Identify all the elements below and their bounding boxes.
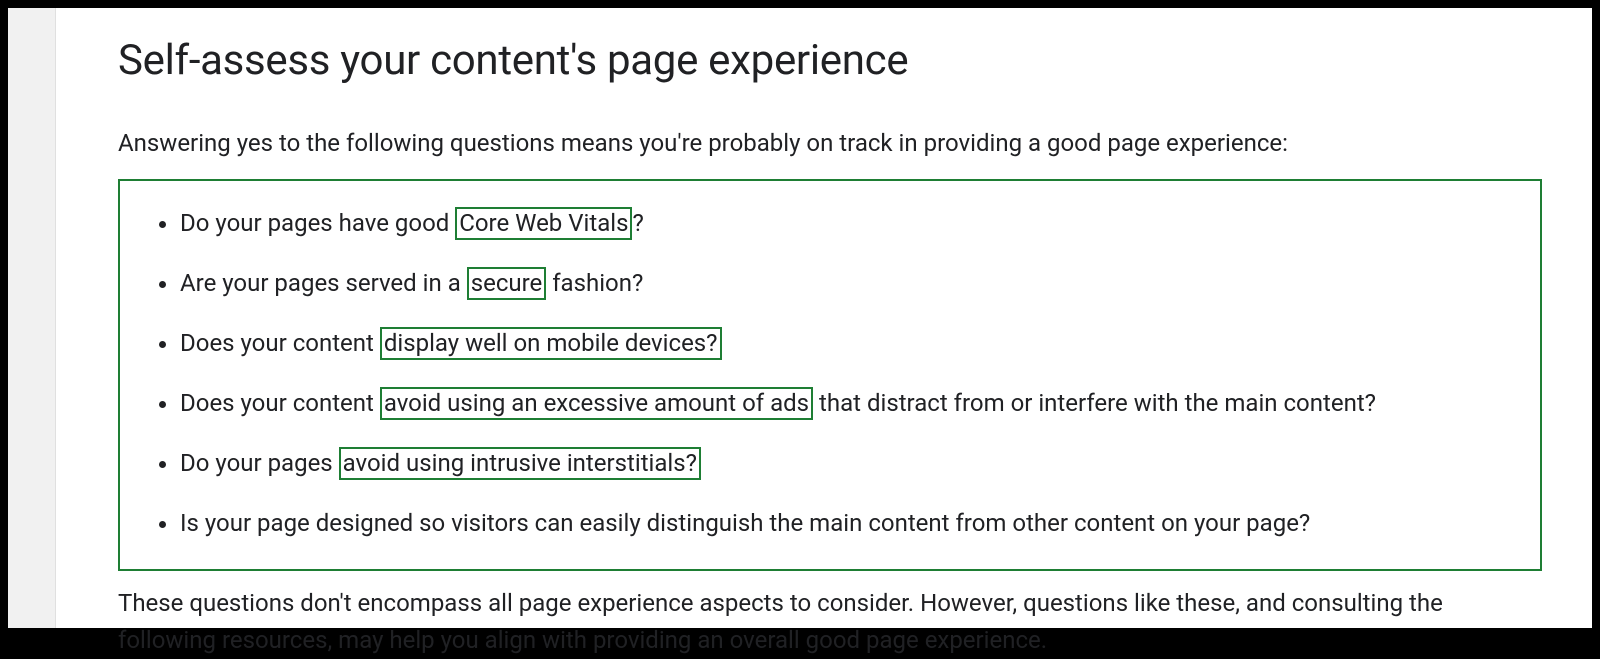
list-item: Are your pages served in a secure fashio…: [180, 265, 1530, 301]
list-item: Is your page designed so visitors can ea…: [180, 505, 1530, 541]
question-text-pre: Does your content: [180, 329, 380, 357]
question-text-pre: Does your content: [180, 389, 380, 417]
page-heading: Self-assess your content's page experien…: [118, 36, 1542, 85]
list-item: Do your pages avoid using intrusive inte…: [180, 445, 1530, 481]
highlighted-phrase: secure: [467, 267, 547, 300]
list-item: Does your content avoid using an excessi…: [180, 385, 1530, 421]
question-text-post: that distract from or interfere with the…: [813, 389, 1376, 417]
questions-highlight-box: Do your pages have good Core Web Vitals?…: [118, 179, 1542, 571]
question-text-post: fashion?: [546, 269, 643, 297]
highlighted-phrase: Core Web Vitals: [455, 207, 632, 240]
question-text-pre: Is your page designed so visitors can ea…: [180, 509, 1310, 537]
list-item: Does your content display well on mobile…: [180, 325, 1530, 361]
question-text-pre: Do your pages: [180, 449, 339, 477]
document-frame: Self-assess your content's page experien…: [8, 8, 1592, 628]
list-item: Do your pages have good Core Web Vitals?: [180, 205, 1530, 241]
outro-paragraph: These questions don't encompass all page…: [118, 585, 1542, 659]
highlighted-phrase: avoid using an excessive amount of ads: [380, 387, 813, 420]
question-text-pre: Are your pages served in a: [180, 269, 467, 297]
highlighted-phrase: display well on mobile devices?: [380, 327, 722, 360]
question-text-pre: Do your pages have good: [180, 209, 455, 237]
left-gutter: [8, 8, 56, 628]
intro-paragraph: Answering yes to the following questions…: [118, 125, 1542, 161]
highlighted-phrase: avoid using intrusive interstitials?: [339, 447, 701, 480]
question-text-post: ?: [632, 209, 643, 237]
questions-list: Do your pages have good Core Web Vitals?…: [130, 205, 1530, 541]
content-area: Self-assess your content's page experien…: [56, 8, 1592, 628]
